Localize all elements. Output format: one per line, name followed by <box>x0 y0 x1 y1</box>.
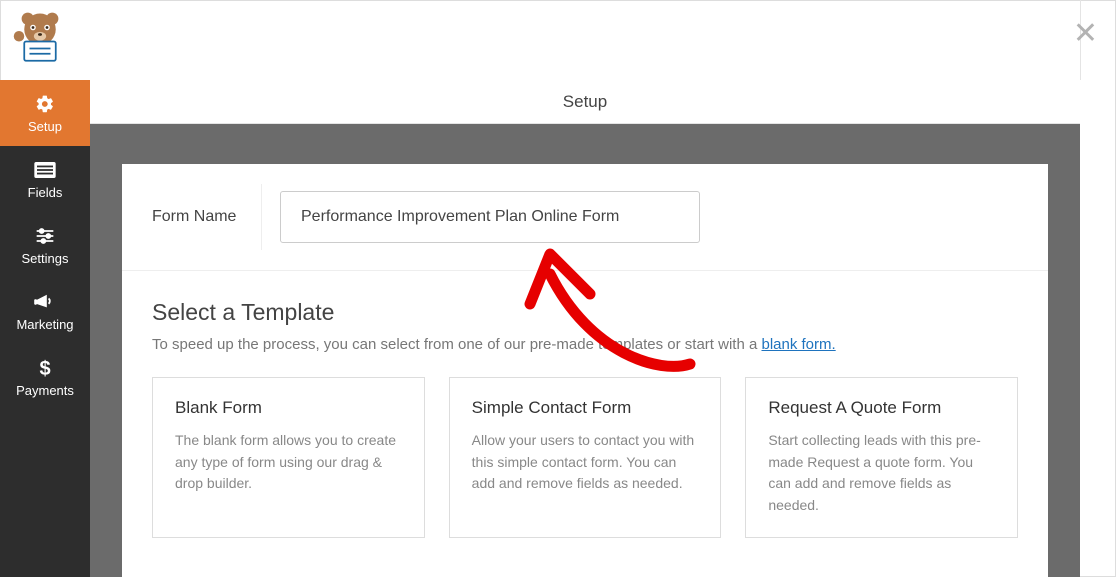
sidebar-item-payments[interactable]: $ Payments <box>0 344 90 410</box>
form-name-input[interactable] <box>280 191 700 243</box>
select-template-heading: Select a Template <box>152 299 1018 326</box>
template-desc: Allow your users to contact you with thi… <box>472 430 699 495</box>
form-name-row: Form Name <box>122 164 1048 271</box>
templates-grid: Blank Form The blank form allows you to … <box>152 377 1018 538</box>
svg-text:$: $ <box>39 358 50 379</box>
sidebar-item-label: Settings <box>22 251 69 266</box>
sidebar: Setup Fields Settings Marketing $ Paymen… <box>0 80 90 577</box>
main-region: Setup Form Name Select a Template To spe… <box>90 80 1080 577</box>
sidebar-item-label: Payments <box>16 383 74 398</box>
sidebar-item-fields[interactable]: Fields <box>0 146 90 212</box>
sidebar-item-settings[interactable]: Settings <box>0 212 90 278</box>
top-bar: Setup <box>90 80 1080 124</box>
gear-icon <box>35 93 55 115</box>
logo <box>6 4 74 72</box>
select-template-description: To speed up the process, you can select … <box>152 336 1018 353</box>
template-title: Blank Form <box>175 398 402 418</box>
sidebar-item-marketing[interactable]: Marketing <box>0 278 90 344</box>
template-desc: Start collecting leads with this pre-mad… <box>768 430 995 517</box>
template-desc: The blank form allows you to create any … <box>175 430 402 495</box>
template-section: Select a Template To speed up the proces… <box>122 271 1048 538</box>
template-title: Request A Quote Form <box>768 398 995 418</box>
sidebar-item-label: Fields <box>28 185 63 200</box>
template-card-simple-contact[interactable]: Simple Contact Form Allow your users to … <box>449 377 722 538</box>
template-card-blank[interactable]: Blank Form The blank form allows you to … <box>152 377 425 538</box>
sidebar-item-label: Marketing <box>16 317 73 332</box>
list-icon <box>34 159 56 181</box>
page-title: Setup <box>563 92 607 112</box>
template-title: Simple Contact Form <box>472 398 699 418</box>
sidebar-item-setup[interactable]: Setup <box>0 80 90 146</box>
sidebar-item-label: Setup <box>28 119 62 134</box>
close-icon[interactable]: ✕ <box>1073 16 1098 51</box>
dollar-icon: $ <box>38 357 52 379</box>
sliders-icon <box>35 225 55 247</box>
setup-panel: Form Name Select a Template To speed up … <box>122 164 1048 577</box>
form-name-label: Form Name <box>122 184 262 250</box>
bullhorn-icon <box>34 291 56 313</box>
template-card-request-quote[interactable]: Request A Quote Form Start collecting le… <box>745 377 1018 538</box>
blank-form-link[interactable]: blank form. <box>761 336 835 353</box>
